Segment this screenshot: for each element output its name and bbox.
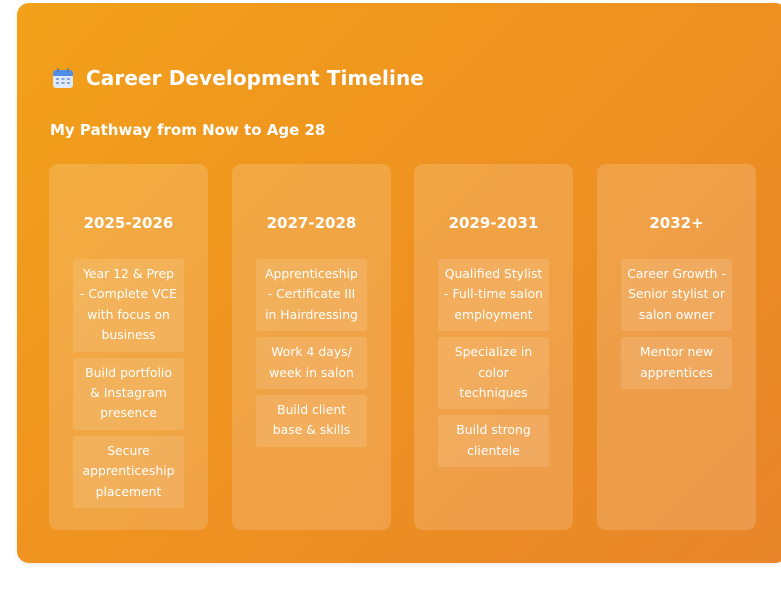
calendar-icon: [52, 67, 74, 89]
timeline-column: 2029-2031 Qualified Stylist - Full-time s…: [414, 164, 573, 530]
timeline-year: 2025-2026: [83, 214, 174, 232]
page-subtitle: My Pathway from Now to Age 28: [50, 121, 326, 139]
milestone-item: Qualified Stylist - Full-time salon empl…: [438, 259, 549, 332]
timeline-year: 2032+: [649, 214, 704, 232]
milestone-list: Career Growth - Senior stylist or salon …: [621, 259, 732, 395]
milestone-list: Qualified Stylist - Full-time salon empl…: [438, 259, 549, 473]
title-row: Career Development Timeline: [52, 63, 424, 93]
career-timeline-card: Career Development Timeline My Pathway f…: [17, 3, 781, 563]
milestone-item: Career Growth - Senior stylist or salon …: [621, 259, 732, 332]
milestone-list: Apprenticeship - Certificate III in Hair…: [256, 259, 367, 453]
timeline-year: 2029-2031: [448, 214, 539, 232]
milestone-item: Build strong clientele: [438, 415, 549, 468]
milestone-item: Secure apprenticeship placement: [73, 435, 184, 509]
timeline-column: 2027-2028 Apprenticeship - Certificate II…: [232, 164, 391, 530]
timeline-column: 2025-2026 Year 12 & Prep - Complete VCE w…: [49, 164, 208, 530]
milestone-list: Year 12 & Prep - Complete VCE with focus…: [73, 259, 184, 514]
timeline-year: 2027-2028: [266, 214, 357, 232]
milestone-item: Year 12 & Prep - Complete VCE with focus…: [73, 259, 184, 352]
milestone-item: Specialize in color techniques: [438, 337, 549, 410]
timeline-column: 2032+ Career Growth - Senior stylist or s…: [597, 164, 756, 530]
milestone-item: Work 4 days/ week in salon: [256, 337, 367, 390]
milestone-item: Build portfolio & Instagram presence: [73, 357, 184, 430]
milestone-item: Apprenticeship - Certificate III in Hair…: [256, 259, 367, 332]
page-title: Career Development Timeline: [86, 66, 424, 90]
milestone-item: Mentor new apprentices: [621, 337, 732, 390]
milestone-item: Build client base & skills: [256, 395, 367, 447]
